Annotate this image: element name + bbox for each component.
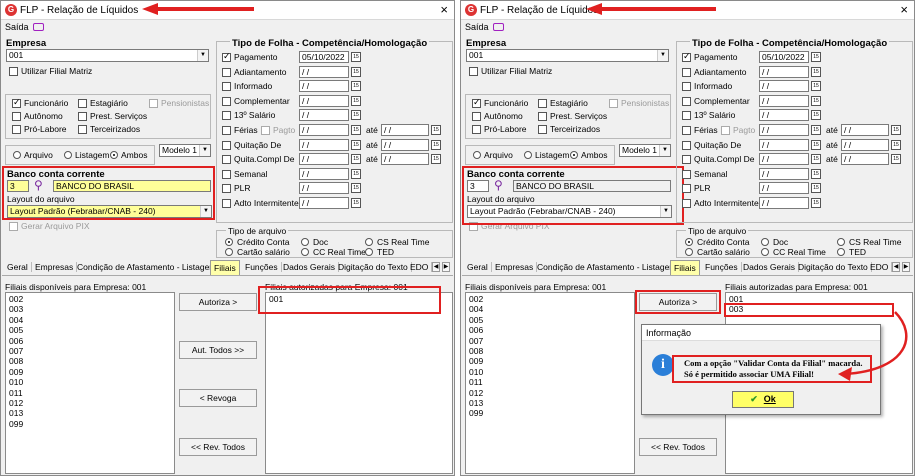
arrow-curve-dialog [844,311,908,376]
arrow-title-right [586,3,716,15]
annotation-arrows [142,3,908,381]
arrow-curve-head [838,367,852,381]
arrow-title-left [142,3,254,15]
